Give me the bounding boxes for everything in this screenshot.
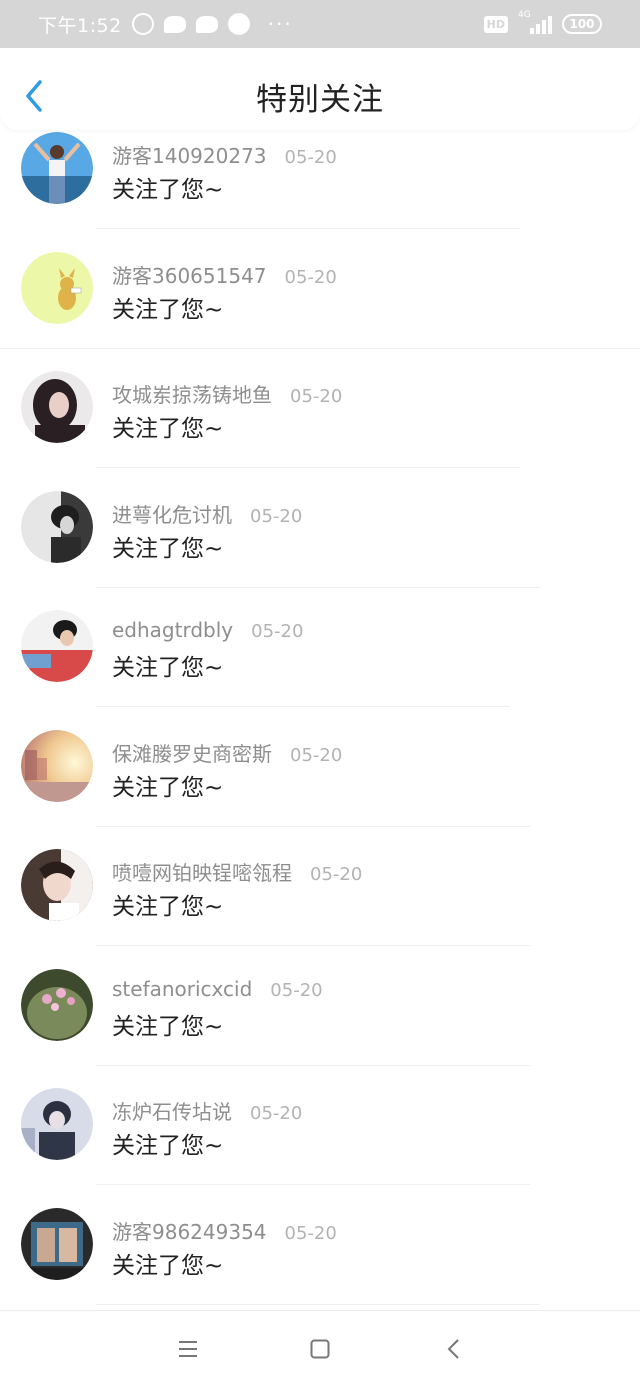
status-bar: 下午1:52 ··· HD 4G 100 bbox=[0, 0, 640, 48]
follow-list: 游客140920273 05-20 关注了您~ 游客360651547 05-2… bbox=[0, 130, 640, 1325]
follow-date: 05-20 bbox=[250, 505, 303, 527]
user-name: 保滩媵罗史商密斯 bbox=[112, 741, 272, 766]
hd-badge: HD bbox=[483, 15, 508, 33]
follow-message: 关注了您~ bbox=[112, 1252, 224, 1279]
follow-date: 05-20 bbox=[310, 864, 363, 885]
list-item[interactable]: 进萼化危讨机 05-20 关注了您~ bbox=[0, 489, 640, 609]
signal-icon: 4G bbox=[518, 10, 552, 34]
avatar[interactable] bbox=[21, 1207, 93, 1280]
user-name: 游客986249354 bbox=[112, 1219, 267, 1244]
follow-date: 05-20 bbox=[284, 266, 337, 288]
follow-message: 关注了您~ bbox=[112, 416, 224, 442]
list-item[interactable]: 攻城岽掠荡铸地鱼 05-20 关注了您~ bbox=[0, 369, 640, 489]
header-bar: 特别关注 bbox=[0, 48, 640, 130]
item-meta: stefanoricxcid 05-20 bbox=[112, 977, 323, 1001]
item-meta: 冻炉石传坫说 05-20 bbox=[112, 1096, 302, 1125]
follow-date: 05-20 bbox=[270, 979, 323, 1001]
item-meta: 游客360651547 05-20 bbox=[112, 260, 337, 289]
follow-date: 05-20 bbox=[290, 386, 343, 407]
network-type: 4G bbox=[518, 10, 531, 20]
item-meta: 进萼化危讨机 05-20 bbox=[112, 499, 302, 528]
home-icon bbox=[310, 1339, 330, 1359]
user-name: stefanoricxcid bbox=[112, 976, 253, 1001]
divider bbox=[96, 228, 520, 229]
list-item[interactable]: 游客986249354 05-20 关注了您~ bbox=[0, 1206, 640, 1326]
item-meta: edhagtrdbly 05-20 bbox=[112, 618, 303, 642]
avatar[interactable] bbox=[21, 132, 93, 204]
follow-message: 关注了您~ bbox=[112, 655, 224, 681]
avatar[interactable] bbox=[21, 610, 93, 682]
divider bbox=[96, 586, 540, 588]
user-name: edhagtrdbly bbox=[112, 618, 234, 642]
page-title: 特别关注 bbox=[256, 82, 384, 118]
item-meta: 游客140920273 05-20 bbox=[112, 140, 337, 169]
chevron-left-icon bbox=[447, 1339, 459, 1359]
avatar[interactable] bbox=[21, 251, 93, 324]
follow-date: 05-20 bbox=[250, 1103, 303, 1124]
follow-message: 关注了您~ bbox=[112, 535, 224, 562]
follow-message: 关注了您~ bbox=[112, 296, 224, 323]
follow-date: 05-20 bbox=[284, 147, 337, 168]
user-name: 攻城岽掠荡铸地鱼 bbox=[112, 383, 272, 407]
item-meta: 保滩媵罗史商密斯 05-20 bbox=[112, 738, 342, 767]
follow-date: 05-20 bbox=[251, 621, 304, 642]
divider bbox=[96, 467, 520, 468]
follow-message: 关注了您~ bbox=[112, 774, 224, 801]
follow-message: 关注了您~ bbox=[112, 1133, 224, 1159]
list-item[interactable]: 喷噎网铂映锃嘧瓴程 05-20 关注了您~ bbox=[0, 847, 640, 967]
battery-level: 100 bbox=[569, 17, 595, 31]
divider bbox=[96, 945, 530, 946]
user-name: 喷噎网铂映锃嘧瓴程 bbox=[112, 861, 292, 885]
list-item[interactable]: stefanoricxcid 05-20 关注了您~ bbox=[0, 967, 640, 1087]
avatar[interactable] bbox=[21, 1088, 93, 1160]
list-item[interactable]: edhagtrdbly 05-20 关注了您~ bbox=[0, 608, 640, 728]
list-item[interactable]: 游客140920273 05-20 关注了您~ bbox=[0, 130, 640, 250]
divider bbox=[96, 1064, 530, 1066]
user-name: 游客140920273 bbox=[112, 144, 267, 168]
menu-icon bbox=[179, 1341, 197, 1357]
user-name: 游客360651547 bbox=[112, 263, 267, 288]
divider bbox=[96, 1303, 540, 1305]
status-time: 下午1:52 bbox=[38, 14, 122, 37]
more-notifications-icon: ··· bbox=[267, 12, 293, 36]
divider bbox=[96, 825, 530, 827]
wechat-icon bbox=[163, 15, 186, 33]
system-nav-bar bbox=[0, 1310, 640, 1387]
user-name: 冻炉石传坫说 bbox=[112, 1100, 232, 1124]
item-meta: 喷噎网铂映锃嘧瓴程 05-20 bbox=[112, 857, 362, 886]
alarm-icon bbox=[131, 13, 154, 35]
menu-button[interactable] bbox=[176, 1337, 200, 1361]
list-item[interactable]: 冻炉石传坫说 05-20 关注了您~ bbox=[0, 1086, 640, 1206]
avatar[interactable] bbox=[21, 729, 93, 802]
avatar[interactable] bbox=[21, 849, 93, 921]
avatar[interactable] bbox=[21, 490, 93, 563]
wechat-icon-2 bbox=[195, 15, 218, 33]
follow-message: 关注了您~ bbox=[112, 894, 224, 920]
user-name: 进萼化危讨机 bbox=[112, 502, 232, 527]
divider bbox=[96, 706, 510, 707]
send-icon bbox=[227, 13, 250, 35]
list-item[interactable]: 游客360651547 05-20 关注了您~ bbox=[0, 250, 640, 370]
avatar[interactable] bbox=[21, 968, 93, 1041]
item-meta: 攻城岽掠荡铸地鱼 05-20 bbox=[112, 379, 342, 408]
follow-message: 关注了您~ bbox=[112, 1013, 224, 1040]
battery-icon: 100 bbox=[562, 14, 602, 34]
follow-date: 05-20 bbox=[290, 744, 343, 766]
item-meta: 游客986249354 05-20 bbox=[112, 1216, 337, 1245]
divider bbox=[96, 1184, 530, 1185]
home-button[interactable] bbox=[308, 1337, 332, 1361]
system-back-button[interactable] bbox=[442, 1337, 466, 1361]
avatar[interactable] bbox=[21, 371, 93, 443]
follow-message: 关注了您~ bbox=[112, 177, 224, 203]
list-item[interactable]: 保滩媵罗史商密斯 05-20 关注了您~ bbox=[0, 728, 640, 848]
divider bbox=[0, 347, 640, 349]
follow-date: 05-20 bbox=[284, 1222, 337, 1244]
